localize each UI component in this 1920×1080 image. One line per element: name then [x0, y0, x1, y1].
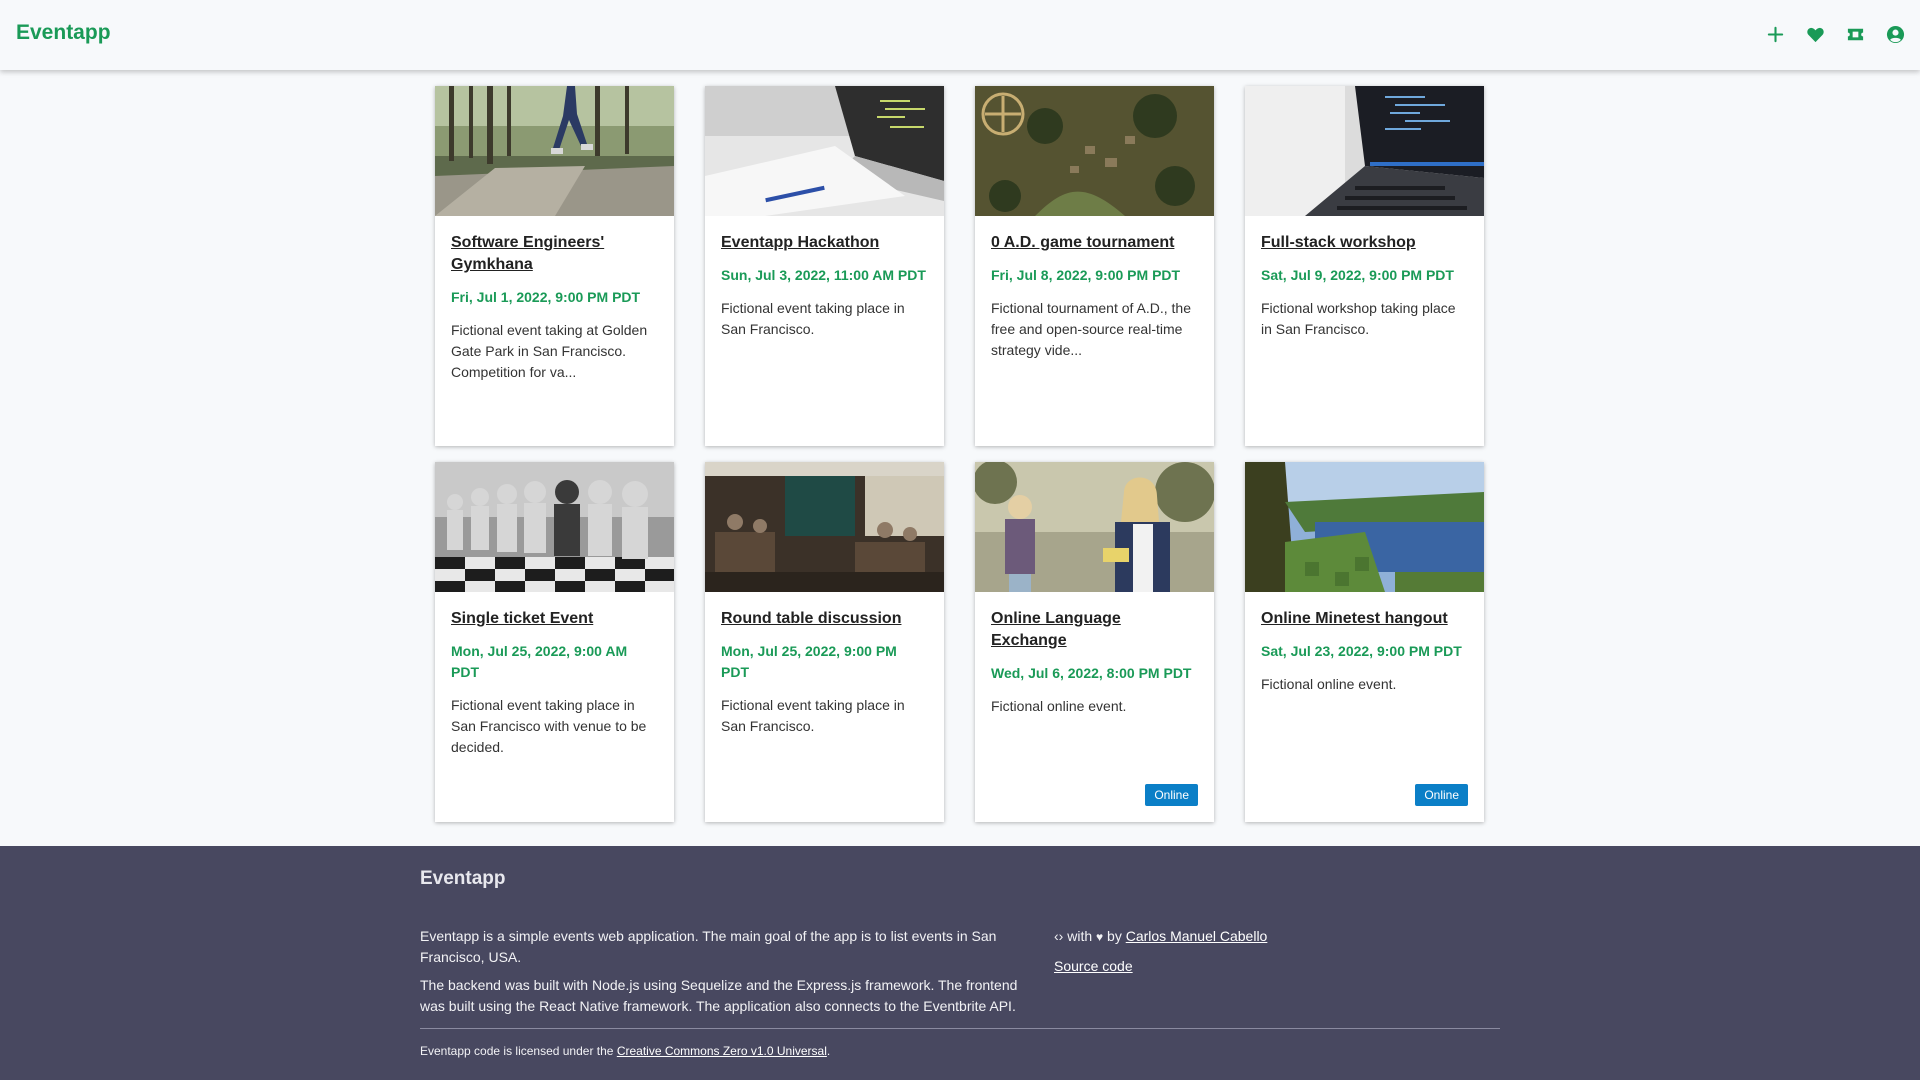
footer-title: Eventapp [420, 868, 506, 889]
license-suffix: . [826, 1044, 831, 1058]
made-by-text: by [1107, 928, 1122, 944]
event-description: Fictional tournament of A.D., the free a… [991, 300, 1191, 358]
strategy-game-image [975, 86, 1214, 216]
event-description: Fictional event taking place in San Fran… [721, 697, 905, 734]
event-card[interactable]: Online Language Exchange Wed, Jul 6, 202… [975, 462, 1214, 822]
code-icon: ‹› [1054, 928, 1064, 944]
event-description: Fictional event taking place in San Fran… [721, 300, 905, 337]
site-footer: Eventapp Eventapp is a simple events web… [0, 846, 1920, 1080]
event-title[interactable]: Online Language Exchange [991, 608, 1198, 652]
made-with-text: with [1067, 928, 1093, 944]
license-text: Eventapp code is licensed under the [420, 1044, 617, 1058]
made-with-row: ‹› with ♥ by Carlos Manuel Cabello [1054, 926, 1267, 948]
event-description: Fictional online event. [1261, 676, 1397, 692]
cafe-interior-image [705, 462, 944, 592]
event-description: Fictional event taking place in San Fran… [451, 697, 647, 755]
chess-pawns-image [435, 462, 674, 592]
event-title[interactable]: Single ticket Event [451, 608, 658, 630]
license-link[interactable]: Creative Commons Zero v1.0 Universal [617, 1044, 827, 1058]
event-date: Wed, Jul 6, 2022, 8:00 PM PDT [991, 665, 1192, 681]
voxel-landscape-image [1245, 462, 1484, 592]
plus-icon[interactable] [1765, 22, 1786, 47]
event-date: Fri, Jul 1, 2022, 9:00 PM PDT [451, 289, 641, 305]
event-description: Fictional event taking at Golden Gate Pa… [451, 322, 648, 380]
footer-about-paragraph: Eventapp is a simple events web applicat… [420, 928, 997, 965]
ticket-icon[interactable] [1845, 22, 1866, 47]
brand-logo[interactable]: Eventapp [16, 21, 111, 45]
event-date: Sat, Jul 9, 2022, 9:00 PM PDT [1261, 267, 1454, 283]
footer-license: Eventapp code is licensed under the Crea… [420, 1044, 830, 1058]
online-badge: Online [1145, 784, 1198, 806]
footer-about: Eventapp is a simple events web applicat… [420, 926, 1020, 1017]
footer-about-paragraph: The backend was built with Node.js using… [420, 977, 1018, 1014]
event-card[interactable]: Round table discussion Mon, Jul 25, 2022… [705, 462, 944, 822]
event-description: Fictional online event. [991, 698, 1127, 714]
user-circle-icon[interactable] [1885, 22, 1906, 47]
event-card[interactable]: Software Engineers' Gymkhana Fri, Jul 1,… [435, 86, 674, 446]
heart-icon[interactable] [1805, 22, 1826, 47]
source-row: Source code [1054, 956, 1267, 977]
event-title[interactable]: Software Engineers' Gymkhana [451, 232, 658, 276]
park-runner-image [435, 86, 674, 216]
event-date: Fri, Jul 8, 2022, 9:00 PM PDT [991, 267, 1181, 283]
event-date: Sat, Jul 23, 2022, 9:00 PM PDT [1261, 643, 1462, 659]
events-grid: Software Engineers' Gymkhana Fri, Jul 1,… [435, 86, 1484, 822]
event-title[interactable]: Online Minetest hangout [1261, 608, 1468, 630]
event-card[interactable]: Eventapp Hackathon Sun, Jul 3, 2022, 11:… [705, 86, 944, 446]
top-app-bar: Eventapp [0, 0, 1920, 70]
footer-divider [420, 1028, 1500, 1029]
event-card[interactable]: Online Minetest hangout Sat, Jul 23, 202… [1245, 462, 1484, 822]
laptop-notebook-image [705, 86, 944, 216]
event-title[interactable]: Eventapp Hackathon [721, 232, 928, 254]
event-date: Mon, Jul 25, 2022, 9:00 AM PDT [451, 643, 628, 680]
event-date: Sun, Jul 3, 2022, 11:00 AM PDT [721, 267, 926, 283]
event-card[interactable]: 0 A.D. game tournament Fri, Jul 8, 2022,… [975, 86, 1214, 446]
laptop-code-image [1245, 86, 1484, 216]
event-title[interactable]: Full-stack workshop [1261, 232, 1468, 254]
event-date: Mon, Jul 25, 2022, 9:00 PM PDT [721, 643, 897, 680]
event-title[interactable]: Round table discussion [721, 608, 928, 630]
phone-call-image [975, 462, 1214, 592]
author-link[interactable]: Carlos Manuel Cabello [1126, 928, 1268, 944]
event-card[interactable]: Full-stack workshop Sat, Jul 9, 2022, 9:… [1245, 86, 1484, 446]
online-badge: Online [1415, 784, 1468, 806]
event-card[interactable]: Single ticket Event Mon, Jul 25, 2022, 9… [435, 462, 674, 822]
source-code-link[interactable]: Source code [1054, 958, 1133, 974]
heart-icon: ♥ [1096, 930, 1104, 944]
footer-credits: ‹› with ♥ by Carlos Manuel Cabello Sourc… [1054, 926, 1267, 977]
event-description: Fictional workshop taking place in San F… [1261, 300, 1456, 337]
toolbar-actions [1765, 22, 1906, 47]
event-title[interactable]: 0 A.D. game tournament [991, 232, 1198, 254]
